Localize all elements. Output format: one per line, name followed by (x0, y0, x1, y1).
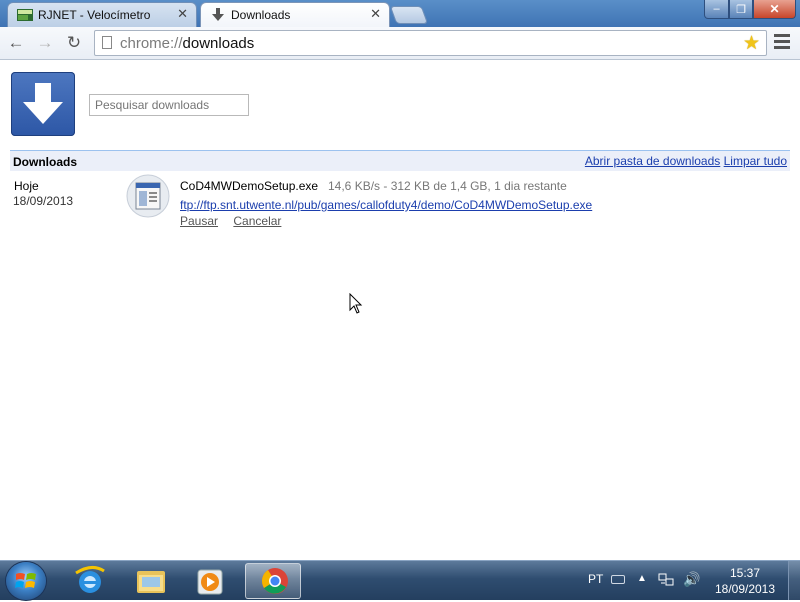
back-button[interactable]: ← (6, 33, 26, 53)
windows-logo-icon (15, 573, 36, 588)
tab-downloads[interactable]: Downloads ✕ (200, 2, 390, 27)
show-desktop-button[interactable] (788, 561, 800, 600)
rjnet-favicon-icon (17, 9, 33, 21)
volume-icon[interactable]: 🔊 (683, 571, 700, 588)
download-date: 18/09/2013 (13, 194, 74, 208)
executable-file-icon[interactable] (125, 174, 171, 218)
clear-all-link[interactable]: Limpar tudo (724, 154, 787, 168)
downloads-header: Downloads Abrir pasta de downloads Limpa… (10, 150, 790, 171)
mouse-cursor-icon (349, 293, 363, 314)
address-url[interactable]: chrome://downloads (120, 35, 254, 52)
new-tab-button[interactable] (389, 6, 429, 24)
downloads-logo-icon (11, 72, 75, 136)
address-bar[interactable]: chrome://downloads ★ (94, 30, 767, 56)
forward-button[interactable]: → (35, 33, 55, 53)
search-input[interactable] (89, 94, 249, 116)
page-title: Downloads (13, 155, 78, 169)
chrome-menu-icon[interactable] (774, 34, 790, 52)
tab-label: Downloads (231, 8, 291, 22)
cancel-link[interactable]: Cancelar (233, 214, 281, 228)
show-hidden-icons-icon[interactable]: ▲ (637, 573, 647, 584)
taskbar-media-player[interactable] (183, 563, 239, 599)
minimize-button[interactable]: – (704, 0, 729, 19)
reload-button[interactable]: ↻ (64, 33, 84, 53)
internet-explorer-icon (75, 566, 105, 593)
start-button[interactable] (6, 562, 46, 600)
language-indicator[interactable]: PT (588, 572, 603, 586)
download-actions: Pausar Cancelar (180, 214, 293, 228)
download-file-name[interactable]: CoD4MWDemoSetup.exe (180, 179, 318, 193)
taskbar-clock[interactable]: 15:37 18/09/2013 (705, 565, 785, 597)
network-icon[interactable] (658, 573, 674, 587)
url-path: downloads (182, 35, 255, 52)
window-titlebar: RJNET - Velocímetro ✕ Downloads ✕ – ❐ ✕ (0, 0, 800, 27)
download-arrow-icon (212, 8, 224, 21)
close-window-button[interactable]: ✕ (753, 0, 796, 19)
media-player-icon (197, 569, 223, 595)
keyboard-icon[interactable] (611, 575, 625, 584)
tab-rjnet[interactable]: RJNET - Velocímetro ✕ (7, 2, 197, 27)
header-links: Abrir pasta de downloads Limpar tudo (585, 154, 787, 168)
browser-toolbar: ← → ↻ chrome://downloads ★ (0, 27, 800, 60)
windows-taskbar: PT ▲ 🔊 (0, 560, 800, 600)
taskbar-chrome[interactable] (245, 563, 301, 599)
open-folder-link[interactable]: Abrir pasta de downloads (585, 154, 720, 168)
taskbar-windows-explorer[interactable] (123, 563, 179, 599)
taskbar-internet-explorer[interactable] (62, 563, 118, 599)
download-source-url[interactable]: ftp://ftp.snt.utwente.nl/pub/games/callo… (180, 198, 592, 212)
chrome-icon (261, 568, 288, 594)
tab-close-icon[interactable]: ✕ (370, 6, 381, 22)
pause-link[interactable]: Pausar (180, 214, 218, 228)
url-scheme: chrome:// (120, 35, 183, 52)
page-icon (102, 36, 112, 49)
bookmark-star-icon[interactable]: ★ (743, 32, 760, 55)
tab-close-icon[interactable]: ✕ (177, 6, 188, 22)
download-status: 14,6 KB/s - 312 KB de 1,4 GB, 1 dia rest… (328, 179, 567, 193)
tab-label: RJNET - Velocímetro (38, 8, 151, 22)
download-day: Hoje (14, 179, 39, 193)
clock-date: 18/09/2013 (714, 582, 776, 596)
maximize-button[interactable]: ❐ (729, 0, 753, 19)
clock-time: 15:37 (729, 566, 761, 580)
folder-icon (137, 571, 165, 593)
